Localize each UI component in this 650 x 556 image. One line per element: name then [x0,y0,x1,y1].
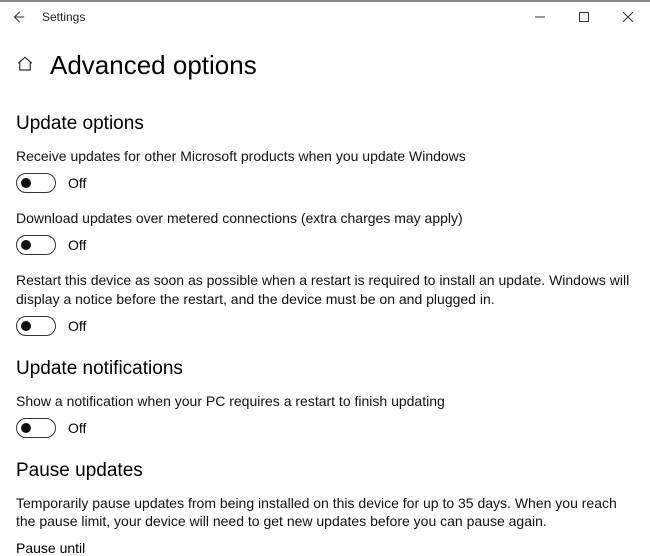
titlebar-left: Settings [0,7,85,27]
titlebar: Settings [0,0,650,32]
notif-restart-toggle-row: Off [16,418,634,438]
option-other-products-state: Off [68,175,86,191]
option-metered-toggle-row: Off [16,235,634,255]
option-restart-asap-state: Off [68,318,86,334]
minimize-button[interactable] [518,2,562,32]
option-other-products-toggle[interactable] [16,173,56,193]
maximize-button[interactable] [562,2,606,32]
option-other-products-desc: Receive updates for other Microsoft prod… [16,147,634,165]
pause-updates-desc: Temporarily pause updates from being ins… [16,494,634,530]
option-metered-state: Off [68,237,86,253]
notif-restart-toggle[interactable] [16,418,56,438]
notif-restart-state: Off [68,420,86,436]
window-controls [518,2,650,32]
option-metered-desc: Download updates over metered connection… [16,209,634,227]
window-title: Settings [42,10,85,24]
back-button[interactable] [8,7,28,27]
page-header: Advanced options [0,32,650,91]
home-icon[interactable] [16,55,34,76]
close-button[interactable] [606,2,650,32]
pause-until-label: Pause until [16,540,634,556]
option-restart-asap-toggle-row: Off [16,316,634,336]
notif-restart-desc: Show a notification when your PC require… [16,392,634,410]
page-title: Advanced options [50,50,257,81]
section-update-notifications-title: Update notifications [16,358,634,380]
content: Update options Receive updates for other… [0,113,650,556]
section-update-options-title: Update options [16,113,634,135]
option-metered-toggle[interactable] [16,235,56,255]
option-other-products-toggle-row: Off [16,173,634,193]
section-pause-updates-title: Pause updates [16,460,634,482]
option-restart-asap-toggle[interactable] [16,316,56,336]
option-restart-asap-desc: Restart this device as soon as possible … [16,271,634,307]
